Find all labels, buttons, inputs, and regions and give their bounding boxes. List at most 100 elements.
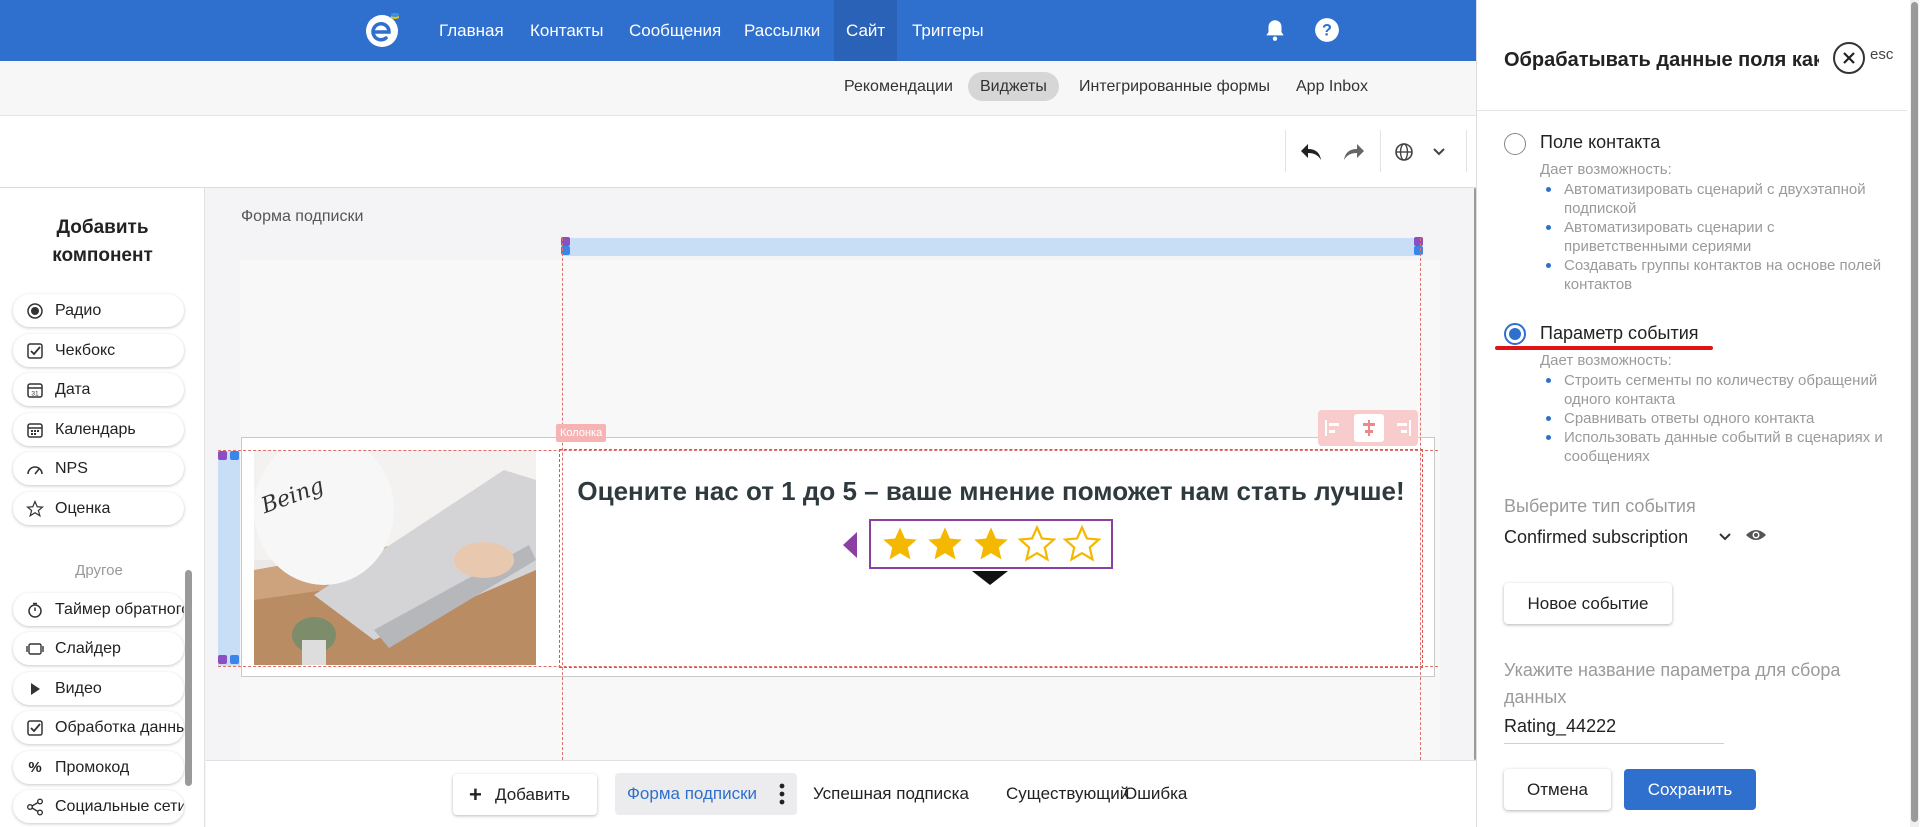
timer-icon bbox=[26, 601, 44, 619]
component-date[interactable]: 31 Дата bbox=[13, 373, 184, 406]
chevron-down-icon[interactable] bbox=[1719, 532, 1731, 542]
chevron-down-icon[interactable] bbox=[1425, 138, 1453, 166]
caret-left-icon[interactable] bbox=[839, 530, 859, 560]
option-event-parameter-benefits: Строить сегменты по количеству обращений… bbox=[1540, 371, 1900, 466]
nav-item-home[interactable]: Главная bbox=[427, 0, 516, 61]
star-icon[interactable] bbox=[972, 525, 1010, 563]
close-button[interactable] bbox=[1833, 42, 1865, 74]
nav-item-triggers[interactable]: Триггеры bbox=[900, 0, 996, 61]
component-rating[interactable]: Оценка bbox=[13, 492, 184, 525]
param-name-input[interactable]: Rating_44222 bbox=[1504, 716, 1616, 737]
panel-divider bbox=[1477, 110, 1907, 111]
tab-success[interactable]: Успешная подписка bbox=[801, 773, 981, 815]
sub-nav: Рекомендации Виджеты Интегрированные фор… bbox=[0, 61, 1476, 116]
component-label: Радио bbox=[55, 302, 102, 319]
redo-icon[interactable] bbox=[1340, 138, 1368, 166]
panel-title: Обрабатывать данные поля как bbox=[1504, 49, 1819, 71]
component-data-processing[interactable]: Обработка данных bbox=[13, 711, 184, 744]
radio-contact-field[interactable] bbox=[1504, 133, 1526, 155]
esputnik-logo[interactable] bbox=[362, 11, 402, 51]
highlight-underline bbox=[1495, 346, 1713, 350]
component-radio[interactable]: Радио bbox=[13, 294, 184, 327]
add-step-button[interactable]: + Добавить bbox=[453, 774, 597, 815]
rating-stars[interactable] bbox=[869, 519, 1113, 569]
subnav-recommendations[interactable]: Рекомендации bbox=[832, 72, 965, 101]
guide-line bbox=[1420, 238, 1421, 760]
form-image[interactable]: Being bbox=[254, 450, 536, 665]
date-icon: 31 bbox=[26, 381, 44, 399]
bell-icon[interactable] bbox=[1262, 17, 1288, 43]
form-steps-bar: + Добавить Форма подписки Успешная подпи… bbox=[206, 760, 1476, 827]
component-timer[interactable]: Таймер обратного bbox=[13, 593, 184, 626]
row-selection-handle[interactable] bbox=[218, 451, 240, 666]
star-outline-icon[interactable] bbox=[1063, 525, 1102, 563]
subnav-app-inbox[interactable]: App Inbox bbox=[1284, 72, 1380, 101]
nps-gauge-icon bbox=[26, 460, 44, 478]
selection-handle[interactable] bbox=[230, 451, 239, 460]
selection-handle[interactable] bbox=[1414, 246, 1423, 255]
panel-scrollbar[interactable] bbox=[1910, 0, 1919, 827]
nav-item-campaigns[interactable]: Рассылки bbox=[732, 0, 832, 61]
option-contact-field-label[interactable]: Поле контакта bbox=[1540, 132, 1660, 153]
component-label: Промокод bbox=[55, 759, 130, 776]
canvas-form-label: Форма подписки bbox=[241, 208, 364, 225]
component-nps[interactable]: NPS bbox=[13, 452, 184, 485]
sidebar-title-text: Добавить компонент bbox=[52, 217, 153, 266]
star-outline-icon[interactable] bbox=[1017, 525, 1056, 563]
star-icon[interactable] bbox=[881, 525, 919, 563]
option-contact-field-sub: Дает возможность: bbox=[1540, 161, 1672, 178]
field-settings-panel: Обрабатывать данные поля как esc Поле ко… bbox=[1476, 0, 1920, 827]
star-icon[interactable] bbox=[926, 525, 964, 563]
align-center-icon bbox=[1363, 420, 1375, 436]
benefit-item: Создавать группы контактов на основе пол… bbox=[1540, 256, 1900, 294]
sidebar-scrollbar[interactable] bbox=[185, 570, 192, 786]
subnav-widgets[interactable]: Виджеты bbox=[968, 72, 1059, 101]
benefit-item: Сравнивать ответы одного контакта bbox=[1540, 409, 1900, 428]
selection-handle[interactable] bbox=[218, 655, 227, 664]
caret-down-icon[interactable] bbox=[970, 569, 1010, 589]
calendar-icon bbox=[26, 421, 44, 439]
globe-icon[interactable] bbox=[1390, 138, 1418, 166]
option-event-parameter-label[interactable]: Параметр события bbox=[1540, 323, 1699, 344]
help-icon[interactable]: ? bbox=[1314, 17, 1340, 43]
subnav-integrated-forms[interactable]: Интегрированные формы bbox=[1067, 72, 1282, 101]
component-social[interactable]: Социальные сети bbox=[13, 790, 184, 823]
guide-line bbox=[218, 666, 1438, 667]
new-event-button[interactable]: Новое событие bbox=[1504, 583, 1672, 624]
nav-item-site[interactable]: Сайт bbox=[834, 0, 898, 61]
component-label: Оценка bbox=[55, 500, 111, 517]
editor-toolbar bbox=[0, 116, 1476, 188]
save-button[interactable]: Сохранить bbox=[1624, 769, 1756, 810]
esc-hint: esc bbox=[1870, 46, 1894, 63]
column-selection-top[interactable] bbox=[562, 238, 1420, 256]
nav-item-contacts[interactable]: Контакты bbox=[518, 0, 615, 61]
component-video[interactable]: Видео bbox=[13, 672, 184, 705]
event-type-label: Выберите тип события bbox=[1504, 496, 1696, 516]
selection-handle[interactable] bbox=[230, 655, 239, 664]
cancel-button[interactable]: Отмена bbox=[1504, 769, 1611, 810]
event-type-select[interactable]: Confirmed subscription bbox=[1504, 527, 1688, 548]
guide-line bbox=[218, 450, 1438, 451]
tab-error[interactable]: Ошибка bbox=[1112, 773, 1199, 815]
eye-icon[interactable] bbox=[1745, 527, 1767, 543]
panel-scrollbar-thumb[interactable] bbox=[1911, 2, 1918, 822]
form-headline[interactable]: Оцените нас от 1 до 5 – ваше мнение помо… bbox=[562, 476, 1420, 507]
align-center-button[interactable] bbox=[1354, 414, 1384, 442]
undo-icon[interactable] bbox=[1297, 138, 1325, 166]
selection-handle[interactable] bbox=[218, 451, 227, 460]
nav-item-messages[interactable]: Сообщения bbox=[617, 0, 733, 61]
align-right-icon[interactable] bbox=[1394, 419, 1412, 437]
more-vertical-icon[interactable] bbox=[779, 783, 785, 805]
tab-subscription-form[interactable]: Форма подписки bbox=[615, 773, 798, 815]
component-checkbox[interactable]: Чекбокс bbox=[13, 334, 184, 367]
toolbar-divider bbox=[1466, 130, 1467, 172]
benefit-item: Автоматизировать сценарии с приветственн… bbox=[1540, 218, 1900, 256]
component-calendar[interactable]: Календарь bbox=[13, 413, 184, 446]
selection-handle[interactable] bbox=[1414, 237, 1423, 246]
checkbox-icon bbox=[26, 719, 44, 737]
component-promocode[interactable]: % Промокод bbox=[13, 751, 184, 784]
benefit-item: Использовать данные событий в сценариях … bbox=[1540, 428, 1900, 466]
component-slider[interactable]: Слайдер bbox=[13, 632, 184, 665]
align-left-icon[interactable] bbox=[1324, 419, 1342, 437]
radio-event-parameter[interactable] bbox=[1504, 323, 1526, 345]
